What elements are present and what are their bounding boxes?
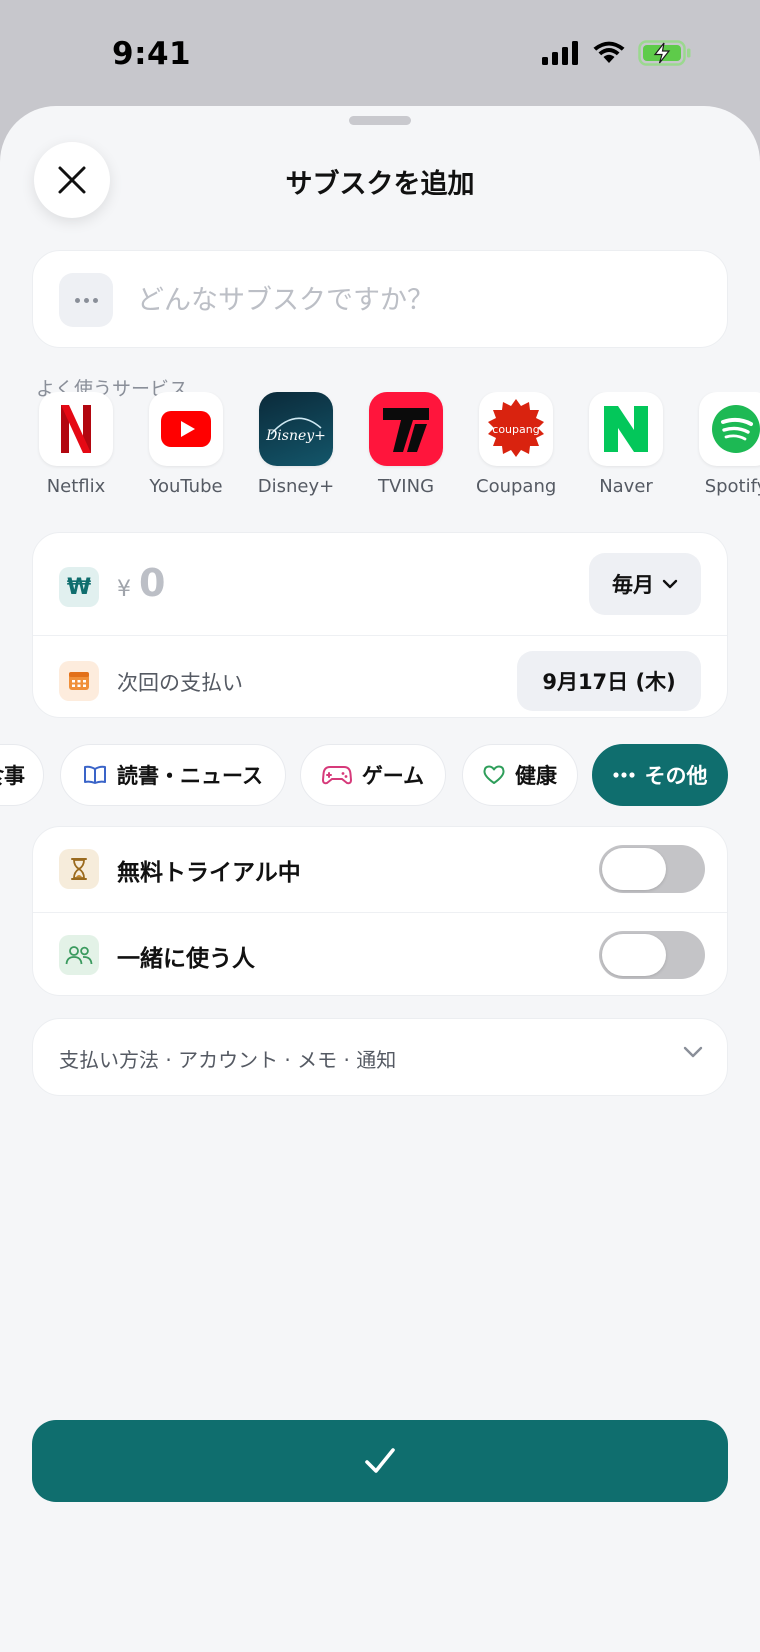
service-disney-plus[interactable]: Disney+ Disney+ [256,392,336,497]
wifi-icon [593,41,625,63]
category-chip-label: 読書・ニュース [117,764,263,788]
service-spotify[interactable]: Spotify [696,392,760,497]
category-chip-label: 健康 [515,764,557,788]
svg-text:coupang: coupang [492,423,539,436]
calendar-icon [59,661,99,701]
netflix-logo-icon [39,392,113,466]
free-trial-toggle[interactable] [599,845,705,893]
disney-plus-logo-icon: Disney+ [259,392,333,466]
service-naver[interactable]: Naver [586,392,666,497]
spotify-logo-icon [699,392,760,466]
tving-logo-icon [369,392,443,466]
category-chip-food[interactable]: 食事 [0,744,44,806]
chevron-down-icon [662,579,678,589]
sheet-grabber[interactable] [349,116,411,125]
shared-users-row: 一緒に使う人 [33,912,727,997]
hourglass-icon [59,849,99,889]
more-dots-icon [612,772,635,778]
service-label: Netflix [46,476,106,497]
service-label: Naver [599,476,653,497]
next-payment-date-button[interactable]: 9月17日 (木) [517,651,701,711]
service-label: Spotify [704,476,760,497]
toggle-knob [602,848,666,890]
svg-text:Disney+: Disney+ [265,428,326,444]
add-subscription-sheet: サブスクを追加 よく使うサービス Netflix [0,106,760,1652]
status-icons [542,40,692,66]
signal-icon [542,41,578,65]
people-icon [59,935,99,975]
price-card: ₩ ¥ 0 毎月 次回の支払い 9月17日 (木) [32,532,728,718]
confirm-add-button[interactable] [32,1420,728,1502]
coupang-logo-icon: coupang [479,392,553,466]
shared-users-toggle[interactable] [599,931,705,979]
sheet-title: サブスクを追加 [285,169,475,200]
next-payment-label: 次回の支払い [117,671,243,695]
service-netflix[interactable]: Netflix [36,392,116,497]
service-coupang[interactable]: coupang Coupang [476,392,556,497]
youtube-logo-icon [149,392,223,466]
category-chip-games[interactable]: ゲーム [300,744,446,806]
free-trial-row: 無料トライアル中 [33,827,727,912]
service-label: YouTube [149,476,223,497]
battery-charging-icon [638,40,691,66]
free-trial-label: 無料トライアル中 [117,860,301,886]
divider [33,635,727,636]
subscription-name-card [32,250,728,348]
billing-cycle-label: 毎月 [612,573,654,597]
naver-logo-icon [589,392,663,466]
service-label: Coupang [476,476,557,497]
more-options-expander[interactable]: 支払い方法 · アカウント · メモ · 通知 [32,1018,728,1096]
status-time: 9:41 [112,36,192,72]
service-label: TVING [377,476,435,497]
options-toggle-card: 無料トライアル中 一緒に使う人 [32,826,728,996]
billing-cycle-button[interactable]: 毎月 [589,553,701,615]
more-options-label: 支払い方法 · アカウント · メモ · 通知 [59,1048,397,1072]
service-label: Disney+ [257,476,335,497]
subscription-name-input[interactable] [137,277,697,323]
category-chip-reading-news[interactable]: 読書・ニュース [60,744,286,806]
service-youtube[interactable]: YouTube [146,392,226,497]
category-chip-other[interactable]: その他 [592,744,728,806]
toggle-knob [602,934,666,976]
checkmark-icon [365,1448,395,1473]
category-chip-label: ゲーム [361,764,425,788]
category-chip-health[interactable]: 健康 [462,744,578,806]
status-bar: 9:41 [0,0,760,108]
category-chip-label: その他 [644,764,708,788]
more-dots-icon [59,273,113,327]
won-currency-icon: ₩ [59,567,99,607]
book-icon [84,765,107,784]
category-chip-label: 食事 [0,764,25,788]
category-chips: 食事 読書・ニュース ゲーム 健康 その他 [0,744,760,806]
popular-services-list: Netflix YouTube Disney+ Disney+ TVING co… [36,392,760,502]
gamepad-icon [321,766,352,785]
service-tving[interactable]: TVING [366,392,446,497]
shared-users-label: 一緒に使う人 [117,946,255,972]
heart-icon [483,765,505,784]
yen-prefix: ¥ [117,577,131,602]
price-amount-input[interactable]: 0 [139,561,165,605]
chevron-down-icon [683,1046,703,1058]
